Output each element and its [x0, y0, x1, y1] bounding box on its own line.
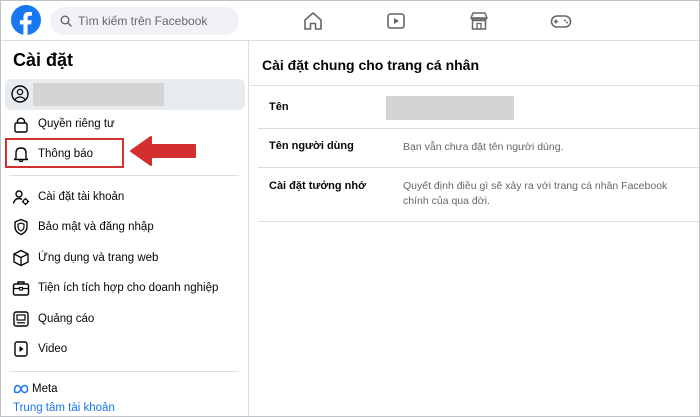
main-content: Cài đặt chung cho trang cá nhân Tên Tên …	[250, 41, 699, 416]
username-row-value[interactable]: Bạn vẫn chưa đặt tên người dùng.	[403, 140, 693, 155]
sidebar-item-account-settings[interactable]: Cài đặt tài khoản	[5, 184, 245, 210]
facebook-f-icon	[19, 11, 32, 35]
row-divider	[258, 221, 699, 222]
facebook-logo[interactable]	[11, 5, 41, 35]
app-frame: Tìm kiếm trên Facebook Cài đặt Quyền riê…	[0, 0, 700, 417]
sidebar-item-video[interactable]: Video	[5, 336, 245, 362]
highlight-box	[5, 138, 124, 168]
account-settings-icon	[11, 187, 31, 207]
sidebar-divider	[9, 175, 239, 176]
briefcase-icon	[11, 278, 31, 298]
cube-icon	[11, 248, 31, 268]
nav-marketplace[interactable]	[466, 8, 492, 34]
marketplace-icon	[470, 12, 488, 30]
search-placeholder: Tìm kiếm trên Facebook	[78, 14, 208, 28]
search-box[interactable]: Tìm kiếm trên Facebook	[50, 7, 239, 35]
shield-icon	[11, 217, 31, 237]
gaming-icon	[550, 15, 572, 28]
profile-icon	[11, 85, 29, 103]
nav-home[interactable]	[300, 8, 326, 34]
accounts-center-link[interactable]: Trung tâm tài khoản	[13, 402, 115, 414]
video-icon	[387, 13, 405, 29]
settings-sidebar: Cài đặt Quyền riêng tư Thông báo Cài đặt…	[1, 41, 249, 416]
nav-gaming[interactable]	[548, 8, 574, 34]
sidebar-item-ads[interactable]: Quảng cáo	[5, 306, 245, 332]
row-divider	[258, 128, 699, 129]
name-value-redacted[interactable]	[386, 96, 514, 120]
sidebar-item-label: Quảng cáo	[38, 313, 95, 325]
meta-brand: Meta	[13, 383, 58, 395]
username-row-label: Tên người dùng	[269, 140, 354, 152]
nav-video[interactable]	[383, 8, 409, 34]
home-icon	[304, 12, 322, 30]
name-row-label: Tên	[269, 101, 289, 113]
sidebar-item-business-integrations[interactable]: Tiện ích tích hợp cho doanh nghiệp	[5, 275, 245, 301]
meta-logo-icon	[13, 384, 29, 394]
page-title: Cài đặt chung cho trang cá nhân	[262, 57, 480, 73]
sidebar-item-label: Quyền riêng tư	[38, 118, 115, 130]
sidebar-item-label: Tiện ích tích hợp cho doanh nghiệp	[38, 282, 219, 294]
sidebar-item-label: Ứng dụng và trang web	[38, 252, 159, 264]
lock-icon	[11, 114, 31, 134]
sidebar-item-apps-websites[interactable]: Ứng dụng và trang web	[5, 245, 245, 271]
sidebar-item-label: Video	[38, 343, 68, 355]
profile-name-redacted	[33, 83, 164, 106]
sidebar-item-label: Cài đặt tài khoản	[38, 191, 125, 203]
ads-icon	[11, 309, 31, 329]
meta-brand-text: Meta	[32, 383, 58, 395]
memorial-row-label: Cài đặt tưởng nhớ	[269, 180, 366, 192]
memorial-row-value[interactable]: Quyết định điều gì sẽ xảy ra với trang c…	[403, 179, 693, 209]
sidebar-profile[interactable]	[5, 79, 245, 110]
title-divider	[250, 85, 699, 86]
search-icon	[60, 15, 72, 27]
top-bar: Tìm kiếm trên Facebook	[1, 1, 699, 41]
row-divider	[258, 167, 699, 168]
sidebar-divider	[9, 371, 239, 372]
sidebar-item-security[interactable]: Bảo mật và đăng nhập	[5, 214, 245, 240]
sidebar-title: Cài đặt	[13, 50, 74, 70]
video-play-icon	[11, 339, 31, 359]
red-arrow-annotation	[130, 136, 196, 166]
sidebar-item-label: Bảo mật và đăng nhập	[38, 221, 154, 233]
